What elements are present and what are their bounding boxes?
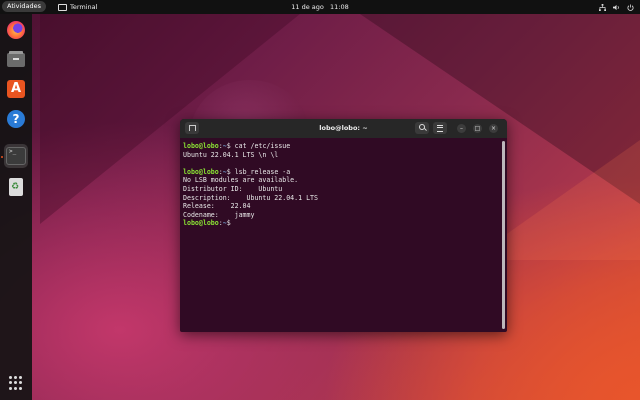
terminal-output[interactable]: lobo@lobo:~$ cat /etc/issue Ubuntu 22.04.… bbox=[180, 138, 507, 228]
prompt-user: lobo@lobo bbox=[183, 219, 219, 228]
trash-icon bbox=[9, 178, 23, 196]
minimize-button[interactable]: – bbox=[457, 124, 466, 133]
dock-item-app-center[interactable]: A bbox=[4, 77, 28, 101]
clock-date: 11 de ago bbox=[291, 3, 324, 11]
maximize-button[interactable]: □ bbox=[473, 124, 482, 133]
dock-item-terminal[interactable]: >_ bbox=[4, 144, 28, 168]
terminal-command-line: lobo@lobo:~$ bbox=[183, 219, 235, 228]
hamburger-menu-icon[interactable] bbox=[433, 122, 447, 134]
clock-time: 11:08 bbox=[329, 3, 349, 11]
scrollbar[interactable] bbox=[502, 141, 505, 329]
command-text: lsb_release -a bbox=[234, 167, 291, 176]
running-indicator bbox=[1, 156, 3, 158]
prompt-user: lobo@lobo bbox=[183, 167, 219, 176]
app-center-icon: A bbox=[7, 80, 25, 98]
prompt-user: lobo@lobo bbox=[183, 142, 219, 150]
app-grid-icon[interactable] bbox=[9, 376, 23, 390]
network-icon bbox=[599, 3, 606, 11]
help-icon: ? bbox=[7, 110, 25, 128]
prompt-path: ~ bbox=[222, 167, 227, 176]
power-icon bbox=[627, 3, 634, 11]
prompt-path: ~ bbox=[222, 219, 227, 228]
files-icon bbox=[7, 51, 25, 67]
terminal-window[interactable]: lobo@lobo: ~ – □ × lobo@lobo:~$ cat /etc… bbox=[180, 119, 507, 332]
dock-item-firefox[interactable] bbox=[4, 18, 28, 42]
search-icon[interactable] bbox=[415, 122, 429, 134]
terminal-output-line: Codename: jammy bbox=[183, 210, 255, 219]
dock: A ? >_ bbox=[0, 14, 32, 400]
terminal-output-line: Description: Ubuntu 22.04.1 LTS bbox=[183, 193, 318, 202]
volume-icon bbox=[613, 4, 619, 10]
title-bar[interactable]: lobo@lobo: ~ – □ × bbox=[180, 119, 507, 138]
dock-item-help[interactable]: ? bbox=[4, 107, 28, 131]
prompt-path: ~ bbox=[222, 142, 227, 150]
terminal-command-line: lobo@lobo:~$ cat /etc/issue bbox=[183, 142, 291, 150]
terminal-output-line: Ubuntu 22.04.1 LTS \n \l bbox=[183, 150, 279, 159]
firefox-icon bbox=[7, 21, 25, 39]
dock-item-trash[interactable] bbox=[4, 175, 28, 199]
terminal-output-line: Release: 22.04 bbox=[183, 202, 251, 211]
system-tray[interactable] bbox=[599, 0, 634, 14]
dock-item-files[interactable] bbox=[4, 48, 28, 72]
command-text: cat /etc/issue bbox=[234, 142, 291, 150]
top-bar: Atividades Terminal 11 de ago 11:08 bbox=[0, 0, 640, 14]
terminal-icon: >_ bbox=[6, 147, 26, 165]
close-button[interactable]: × bbox=[489, 124, 498, 133]
terminal-output-line: No LSB modules are available. bbox=[183, 176, 299, 185]
terminal-output-line: Distributor ID: Ubuntu bbox=[183, 184, 283, 193]
terminal-body[interactable]: lobo@lobo:~$ cat /etc/issue Ubuntu 22.04.… bbox=[180, 138, 507, 332]
terminal-command-line: lobo@lobo:~$ lsb_release -a bbox=[183, 167, 291, 176]
clock[interactable]: 11 de ago 11:08 bbox=[0, 0, 640, 14]
